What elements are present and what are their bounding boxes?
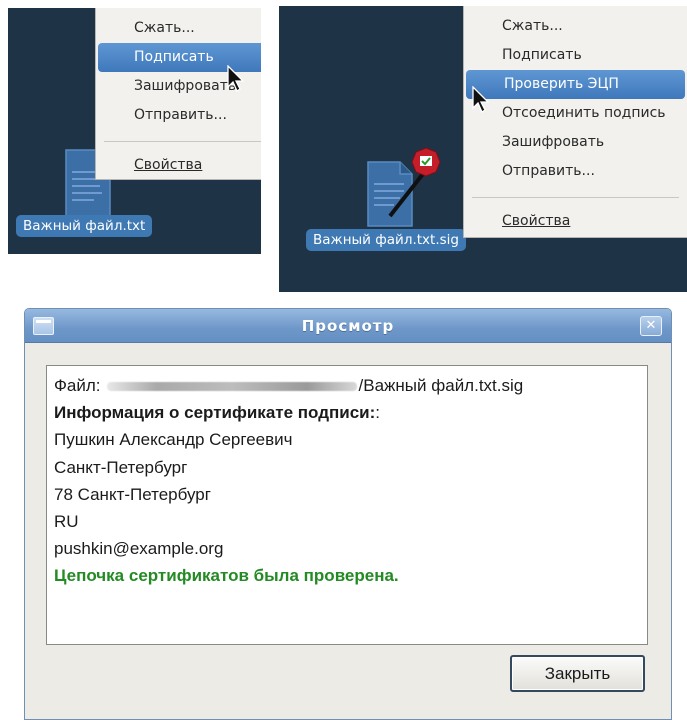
- mouse-cursor-icon: [227, 65, 245, 92]
- context-menu: Сжать... Подписать Зашифровать Отправить…: [95, 8, 261, 180]
- menu-item-properties[interactable]: Свойства: [464, 207, 687, 236]
- properties-label: Свойства: [502, 213, 571, 229]
- close-icon[interactable]: ✕: [640, 316, 662, 336]
- menu-item-encrypt[interactable]: Зашифровать: [464, 128, 687, 157]
- cert-heading: Информация о сертификате подписи:: [54, 403, 376, 423]
- file-label[interactable]: Важный файл.txt.sig: [306, 229, 466, 251]
- cert-line-country: RU: [54, 511, 79, 531]
- desktop-panel-left: Важный файл.txt Сжать... Подписать Зашиф…: [8, 8, 261, 254]
- blurred-path: [106, 382, 357, 392]
- menu-item-send[interactable]: Отправить...: [96, 101, 261, 130]
- menu-item-send[interactable]: Отправить...: [464, 157, 687, 186]
- menu-item-compress[interactable]: Сжать...: [96, 14, 261, 43]
- view-dialog: Просмотр ✕ Файл: /Важный файл.txt.sig Инф…: [24, 308, 672, 720]
- cert-line-locality: Санкт-Петербург: [54, 457, 188, 477]
- cert-heading-tail: :: [375, 403, 381, 423]
- properties-label: Свойства: [134, 157, 203, 173]
- cert-line-email: pushkin@example.org: [54, 539, 224, 559]
- menu-item-compress[interactable]: Сжать...: [464, 12, 687, 41]
- verification-status: Цепочка сертификатов была проверена.: [54, 566, 399, 586]
- desktop-panel-right: Важный файл.txt.sig Сжать... Подписать П…: [279, 6, 687, 292]
- file-name: /Важный файл.txt.sig: [358, 376, 524, 395]
- file-path-line: Файл: /Важный файл.txt.sig: [54, 372, 647, 399]
- cert-heading-line: Информация о сертификате подписи::: [54, 399, 647, 426]
- mouse-cursor-icon: [472, 86, 490, 113]
- context-menu: Сжать... Подписать Проверить ЭЦП Отсоеди…: [463, 6, 687, 238]
- file-label[interactable]: Важный файл.txt: [16, 215, 153, 237]
- certificate-info-textbox[interactable]: Файл: /Важный файл.txt.sig Информация о с…: [46, 365, 648, 645]
- close-button[interactable]: Закрыть: [510, 655, 645, 692]
- menu-item-sign[interactable]: Подписать: [464, 41, 687, 70]
- menu-item-detach-signature[interactable]: Отсоединить подпись: [464, 99, 687, 128]
- signed-file-icon[interactable]: [364, 144, 446, 228]
- menu-item-verify-signature[interactable]: Проверить ЭЦП: [466, 70, 685, 99]
- dialog-title: Просмотр: [301, 317, 395, 335]
- cert-line-region: 78 Санкт-Петербург: [54, 484, 211, 504]
- menu-separator: [472, 197, 679, 198]
- dialog-titlebar[interactable]: Просмотр ✕: [25, 309, 671, 343]
- menu-item-properties[interactable]: Свойства: [96, 151, 261, 180]
- file-prefix: Файл:: [54, 376, 101, 395]
- menu-separator: [104, 141, 261, 142]
- cert-line-name: Пушкин Александр Сергеевич: [54, 430, 293, 450]
